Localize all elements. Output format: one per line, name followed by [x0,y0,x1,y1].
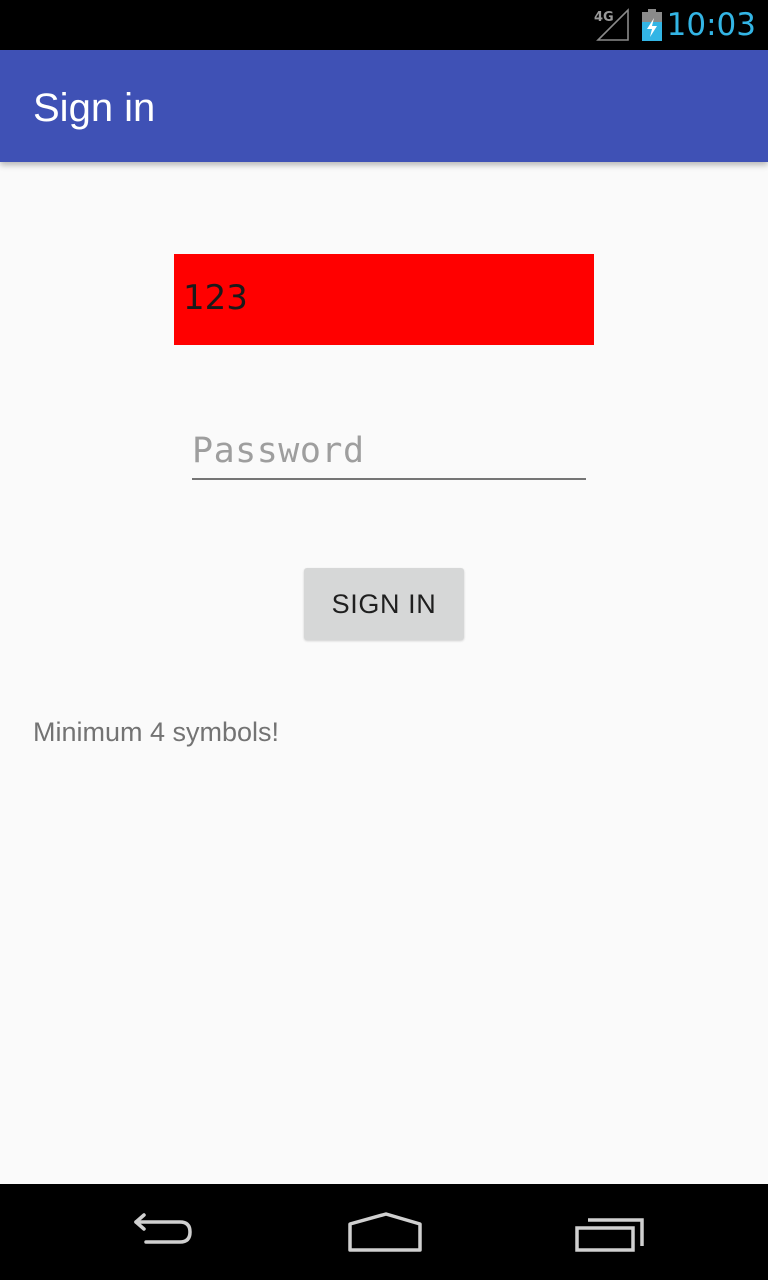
password-field[interactable]: Password [192,426,586,480]
sign-in-button[interactable]: SIGN IN [304,568,464,640]
back-button[interactable] [100,1184,220,1280]
password-placeholder: Password [192,431,365,471]
validation-hint: Minimum 4 symbols! [33,717,280,747]
status-time: 10:03 [666,7,756,43]
status-bar: 4G 10:03 [0,0,768,50]
recent-apps-button[interactable] [550,1184,670,1280]
battery-charging-icon [640,9,664,41]
page-title: Sign in [33,86,156,130]
home-button[interactable] [324,1184,444,1280]
username-value: 123 [183,278,248,318]
username-field[interactable]: 123 [174,254,594,345]
sign-in-screen: 4G 10:03 Sign in 123 Password SIGN IN Mi… [0,0,768,1280]
navigation-bar [0,1184,768,1280]
network-type-label: 4G [594,10,614,25]
app-bar: Sign in [0,50,768,162]
signal-4g-icon: 4G [594,8,630,42]
sign-in-button-label: SIGN IN [331,589,437,619]
